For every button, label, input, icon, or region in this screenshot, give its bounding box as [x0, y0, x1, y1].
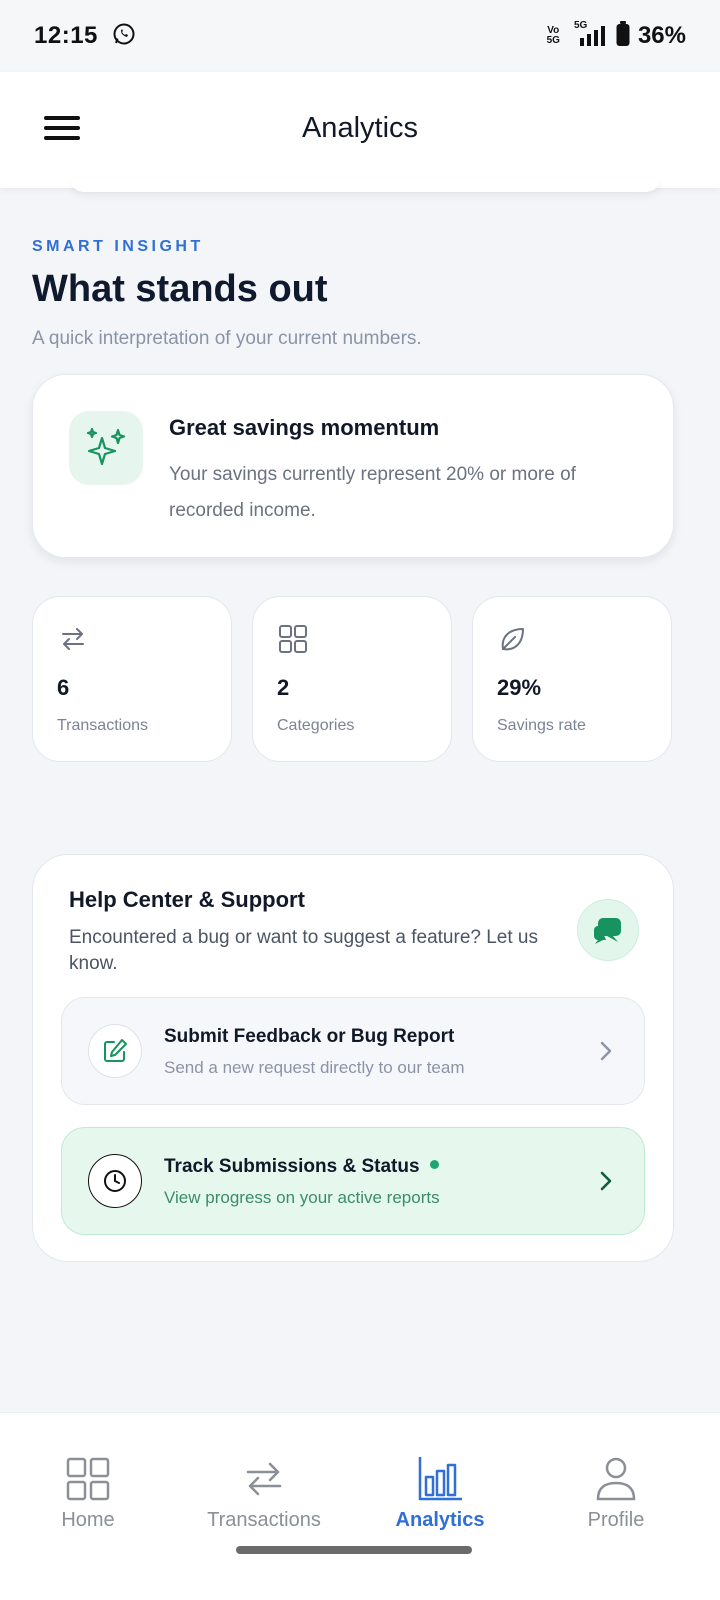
stat-value: 29%: [497, 675, 542, 700]
whatsapp-icon: [112, 22, 136, 51]
signal-icon: 5G: [568, 20, 608, 48]
battery-icon: [616, 20, 630, 52]
help-text: Encountered a bug or want to suggest a f…: [69, 927, 538, 974]
stat-card-savings-rate: 29% Savings rate: [472, 596, 672, 762]
stat-card-categories: 2 Categories: [252, 596, 452, 762]
section-subheading: A quick interpretation of your current n…: [32, 328, 422, 349]
leaf-icon: [501, 628, 524, 651]
previous-card-edge: [70, 178, 660, 192]
chevron-right-icon: [600, 1171, 612, 1191]
stat-label: Categories: [277, 717, 355, 734]
feedback-subtitle: Send a new request directly to our team: [164, 1058, 465, 1077]
status-dot: [429, 1160, 439, 1170]
nav-label: Transactions: [207, 1509, 321, 1531]
stat-value: 2: [277, 675, 290, 700]
status-bar: 12:15 Vo 5G 5G 36%: [0, 0, 720, 72]
chat-button[interactable]: [577, 899, 639, 961]
track-subtitle: View progress on your active reports: [164, 1188, 440, 1207]
volte-indicator: Vo 5G: [546, 25, 560, 46]
stat-label: Transactions: [57, 717, 148, 734]
nav-transactions[interactable]: Transactions: [176, 1455, 352, 1532]
section-heading: What stands out: [32, 268, 328, 310]
page-title: Analytics: [301, 112, 419, 144]
submit-feedback-button[interactable]: Submit Feedback or Bug Report Send a new…: [61, 997, 645, 1105]
nav-label: Home: [61, 1509, 115, 1531]
insight-card: Great savings momentum Your savings curr…: [32, 374, 674, 558]
nav-analytics[interactable]: Analytics: [352, 1455, 528, 1532]
nav-profile[interactable]: Profile: [528, 1455, 704, 1532]
nav-home[interactable]: Home: [0, 1455, 176, 1532]
home-indicator[interactable]: [236, 1546, 472, 1554]
user-icon: [596, 1457, 636, 1501]
track-title: Track Submissions & Status: [164, 1156, 439, 1178]
battery-percent: 36%: [637, 22, 686, 49]
app-bar: Analytics: [0, 72, 720, 188]
grid-icon: [66, 1457, 110, 1501]
help-title: Help Center & Support: [69, 887, 305, 912]
swap-arrows-icon: [62, 628, 84, 650]
sparkles-icon: [69, 411, 143, 485]
help-card: Help Center & Support Encountered a bug …: [32, 854, 674, 1262]
section-eyebrow: SMART INSIGHT: [32, 238, 204, 255]
edit-icon: [88, 1024, 142, 1078]
bottom-nav: Home Transactions Analytics Profile: [0, 1412, 720, 1600]
status-right: Vo 5G 5G 36%: [546, 20, 686, 52]
swap-arrows-icon: [246, 1462, 282, 1496]
grid-icon: [279, 625, 307, 653]
nav-label: Profile: [587, 1509, 645, 1531]
clock-icon: [88, 1154, 142, 1208]
insight-text: Your savings currently represent 20% or …: [169, 464, 576, 521]
bar-chart-icon: [418, 1457, 462, 1501]
stat-value: 6: [57, 675, 70, 700]
stat-label: Savings rate: [497, 717, 586, 734]
track-submissions-button[interactable]: Track Submissions & Status View progress…: [61, 1127, 645, 1235]
chat-bubble-icon: [594, 918, 621, 944]
feedback-title: Submit Feedback or Bug Report: [164, 1026, 455, 1047]
nav-label: Analytics: [395, 1509, 485, 1531]
status-time: 12:15: [34, 22, 98, 49]
insight-title: Great savings momentum: [169, 415, 440, 440]
stat-card-transactions: 6 Transactions: [32, 596, 232, 762]
status-left: 12:15: [34, 22, 136, 51]
chevron-right-icon: [600, 1041, 612, 1061]
